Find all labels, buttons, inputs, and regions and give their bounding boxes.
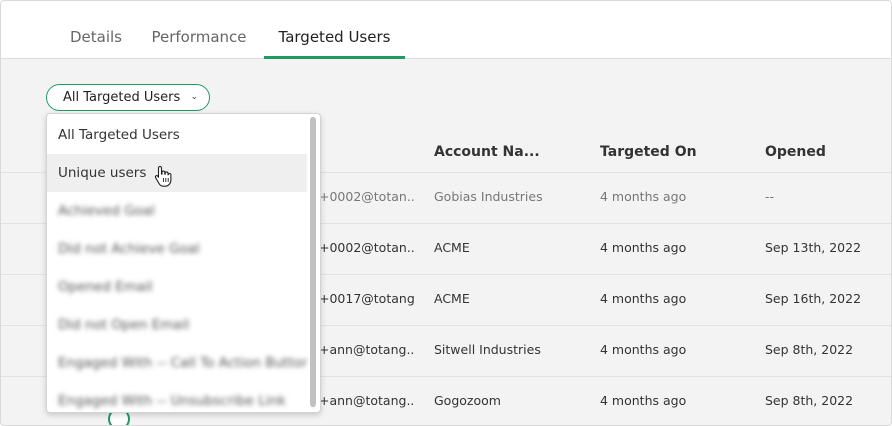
cell-email: +0002@totan... xyxy=(319,189,414,204)
tab-targeted-users[interactable]: Targeted Users xyxy=(264,28,405,59)
tab-details[interactable]: Details xyxy=(69,28,123,58)
cell-opened: Sep 8th, 2022 xyxy=(765,342,854,357)
tab-bar: Details Performance Targeted Users xyxy=(1,1,891,59)
cell-account: ACME xyxy=(434,240,470,255)
chevron-down-icon: ⌄ xyxy=(190,92,198,102)
cell-opened: Sep 8th, 2022 xyxy=(765,393,854,408)
column-header-opened[interactable]: Opened xyxy=(765,144,826,160)
filter-dropdown-button[interactable]: All Targeted Users ⌄ xyxy=(46,84,210,111)
cell-email: +0017@totang... xyxy=(319,291,414,306)
cell-targeted-on: 4 months ago xyxy=(600,240,687,255)
cell-targeted-on: 4 months ago xyxy=(600,342,687,357)
cell-targeted-on: 4 months ago xyxy=(600,189,687,204)
column-header-account-name[interactable]: Account Na... xyxy=(434,144,540,160)
cell-email: +0002@totan... xyxy=(319,240,414,255)
hand-pointer-cursor-icon xyxy=(154,165,172,187)
dropdown-option-all-targeted-users[interactable]: All Targeted Users xyxy=(47,116,307,154)
dropdown-option-achieved-goal[interactable]: Achieved Goal xyxy=(47,192,307,230)
filter-selected-label: All Targeted Users xyxy=(63,90,181,105)
cell-account: Gogozoom xyxy=(434,393,501,408)
cell-account: Gobias Industries xyxy=(434,189,543,204)
dropdown-option-opened-email[interactable]: Opened Email xyxy=(47,268,307,306)
cell-opened: -- xyxy=(765,189,775,204)
dropdown-option-engaged-cta[interactable]: Engaged With -- Call To Action Button xyxy=(47,344,307,382)
cell-account: ACME xyxy=(434,291,470,306)
cell-account: Sitwell Industries xyxy=(434,342,541,357)
cell-email: +ann@totang... xyxy=(319,342,414,357)
dropdown-option-did-not-open-email[interactable]: Did not Open Email xyxy=(47,306,307,344)
dropdown-option-unique-users[interactable]: Unique users xyxy=(47,154,307,192)
dropdown-option-engaged-unsubscribe[interactable]: Engaged With -- Unsubscribe Link xyxy=(47,382,307,412)
dropdown-scrollbar[interactable] xyxy=(310,117,316,409)
filter-dropdown-menu: All Targeted Users Unique users Achieved… xyxy=(46,113,321,413)
cell-email: +ann@totang... xyxy=(319,393,414,408)
cell-targeted-on: 4 months ago xyxy=(600,291,687,306)
cell-targeted-on: 4 months ago xyxy=(600,393,687,408)
dropdown-scroll-thumb[interactable] xyxy=(310,117,316,407)
tab-performance[interactable]: Performance xyxy=(150,28,248,58)
column-header-targeted-on[interactable]: Targeted On xyxy=(600,144,697,160)
cell-opened: Sep 16th, 2022 xyxy=(765,291,862,306)
cell-opened: Sep 13th, 2022 xyxy=(765,240,862,255)
dropdown-option-did-not-achieve-goal[interactable]: Did not Achieve Goal xyxy=(47,230,307,268)
targeted-users-panel: Details Performance Targeted Users All T… xyxy=(0,0,892,426)
